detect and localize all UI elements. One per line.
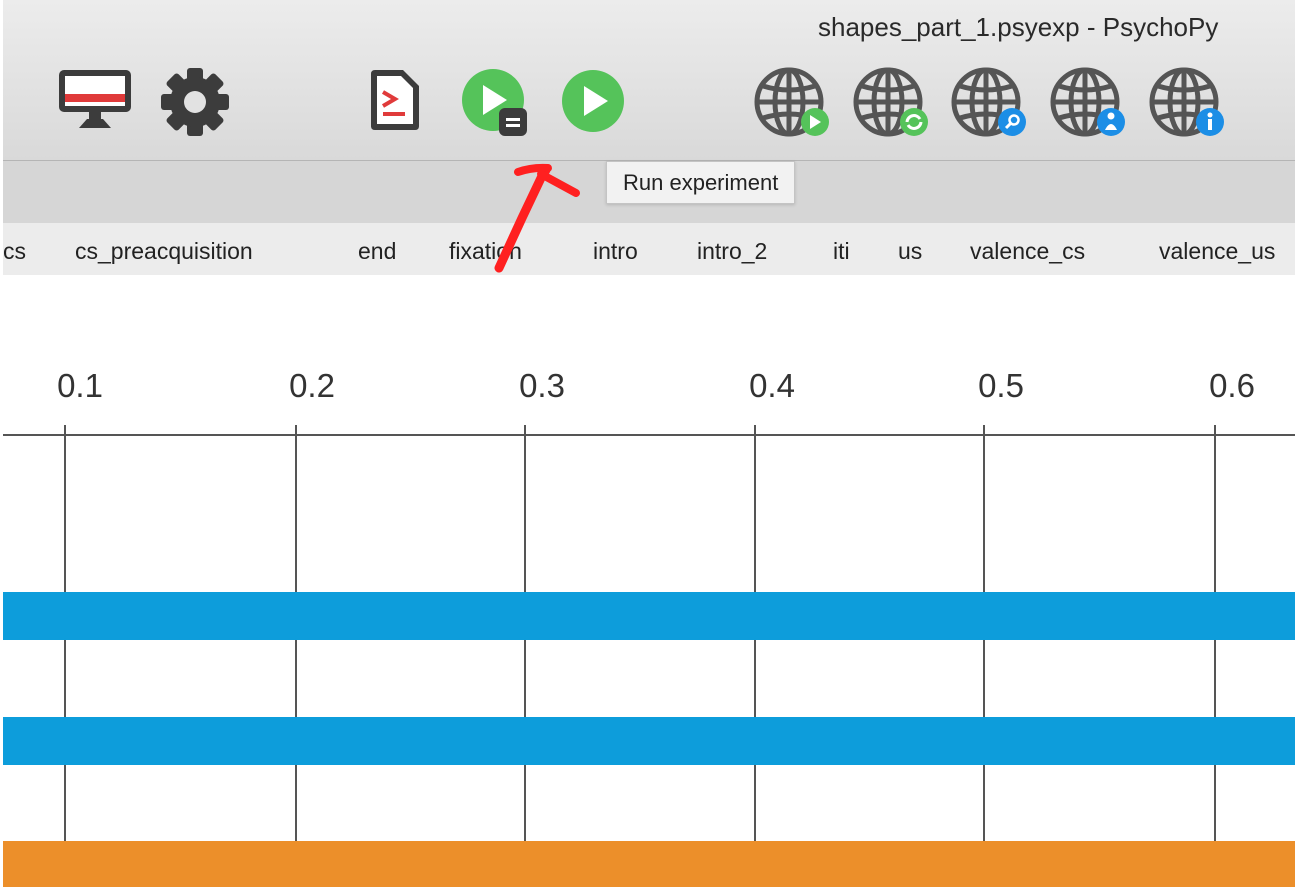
compile-script-icon[interactable] [367, 68, 423, 137]
tab-valence-cs[interactable]: valence_cs [970, 238, 1085, 265]
tick-label: 0.2 [289, 367, 335, 404]
tab-end[interactable]: end [358, 238, 396, 265]
tab-intro[interactable]: intro [593, 238, 638, 265]
window-title: shapes_part_1.psyexp - PsychoPy [818, 12, 1219, 42]
time-axis-line [3, 434, 1295, 436]
run-with-runner-icon[interactable] [461, 66, 533, 143]
tab-intro-2[interactable]: intro_2 [697, 238, 767, 265]
routine-tabs: cs cs_preacquisition end fixation intro … [3, 223, 1295, 275]
tab-us[interactable]: us [898, 238, 922, 265]
tab-valence-us[interactable]: valence_us [1159, 238, 1275, 265]
tick-label: 0.1 [57, 367, 103, 404]
tab-iti[interactable]: iti [833, 238, 850, 265]
component-bar-1[interactable] [3, 592, 1295, 640]
tick-label: 0.3 [519, 367, 565, 404]
component-bar-2[interactable] [3, 717, 1295, 765]
toolbar: shapes_part_1.psyexp - PsychoPy [3, 0, 1295, 161]
psychopy-builder-window: shapes_part_1.psyexp - PsychoPy cs cs_pr… [3, 0, 1295, 887]
sync-online-icon[interactable] [852, 64, 932, 145]
search-online-icon[interactable] [950, 64, 1030, 145]
tick-label: 0.4 [749, 367, 795, 404]
component-bar-3[interactable] [3, 841, 1295, 887]
tick-label: 0.5 [978, 367, 1024, 404]
run-online-icon[interactable] [753, 64, 833, 145]
preferences-gear-icon[interactable] [159, 66, 231, 143]
user-info-icon[interactable] [1049, 64, 1129, 145]
monitor-center-icon[interactable] [57, 68, 133, 135]
tab-cs[interactable]: cs [3, 238, 26, 265]
tab-cs-preacquisition[interactable]: cs_preacquisition [75, 238, 253, 265]
run-experiment-icon[interactable] [560, 68, 626, 139]
tick-label: 0.6 [1209, 367, 1255, 404]
run-experiment-tooltip: Run experiment [606, 161, 796, 204]
tab-fixation[interactable]: fixation [449, 238, 522, 265]
project-info-icon[interactable] [1148, 64, 1228, 145]
routine-timeline: 0.1 0.2 0.3 0.4 0.5 0.6 [3, 275, 1295, 887]
